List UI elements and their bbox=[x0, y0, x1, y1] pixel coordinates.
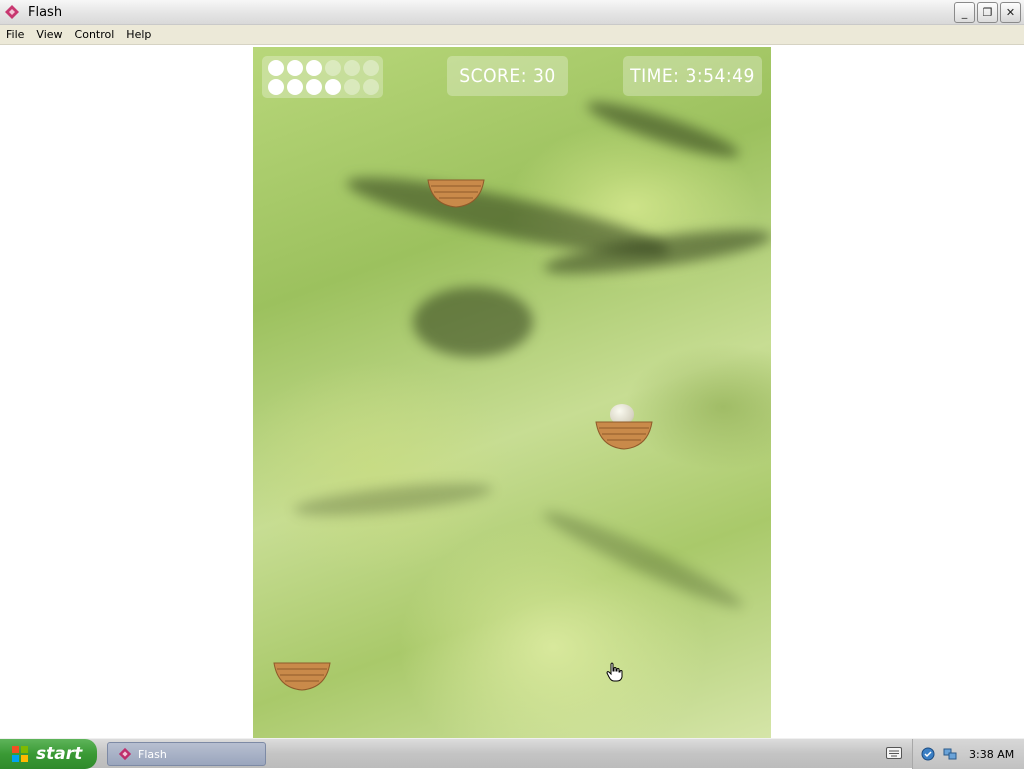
taskbar: start Flash 3:38 AM bbox=[0, 738, 1024, 769]
flash-app-icon bbox=[118, 747, 132, 761]
start-label: start bbox=[36, 744, 83, 764]
menu-file[interactable]: File bbox=[0, 28, 30, 41]
life-full bbox=[287, 79, 303, 95]
time-label: TIME: bbox=[630, 65, 680, 87]
close-button[interactable]: ✕ bbox=[1000, 2, 1021, 23]
score-display: SCORE: 30 bbox=[447, 56, 568, 96]
title-bar[interactable]: Flash _ ❐ ✕ bbox=[0, 0, 1024, 25]
network-icon[interactable] bbox=[943, 747, 957, 761]
life-full bbox=[287, 60, 303, 76]
window-title: Flash bbox=[28, 4, 63, 20]
flash-app-icon bbox=[5, 5, 19, 19]
time-value: 3:54:49 bbox=[685, 65, 755, 87]
life-full bbox=[268, 60, 284, 76]
menu-bar: File View Control Help bbox=[0, 25, 1024, 45]
restore-button[interactable]: ❐ bbox=[977, 2, 998, 23]
menu-view[interactable]: View bbox=[30, 28, 68, 41]
score-label: SCORE: bbox=[459, 65, 527, 87]
start-button[interactable]: start bbox=[0, 739, 97, 769]
menu-help[interactable]: Help bbox=[120, 28, 157, 41]
life-full bbox=[306, 79, 322, 95]
branch-shadow bbox=[538, 501, 748, 618]
nest-with-egg bbox=[595, 421, 653, 450]
lives-indicator bbox=[262, 56, 383, 98]
branch-shadow bbox=[292, 476, 494, 523]
branch-shadow bbox=[583, 92, 743, 167]
time-display: TIME: 3:54:49 bbox=[623, 56, 762, 96]
life-full bbox=[268, 79, 284, 95]
hand-cursor-icon bbox=[606, 662, 623, 682]
life-full bbox=[325, 79, 341, 95]
security-icon[interactable] bbox=[921, 747, 935, 761]
minimize-button[interactable]: _ bbox=[954, 2, 975, 23]
clock[interactable]: 3:38 AM bbox=[969, 748, 1014, 761]
branch-shadow bbox=[413, 287, 533, 357]
nest bbox=[427, 179, 485, 208]
taskbar-item-flash[interactable]: Flash bbox=[107, 742, 266, 766]
life-empty bbox=[344, 60, 360, 76]
life-empty bbox=[344, 79, 360, 95]
life-empty bbox=[363, 79, 379, 95]
game-stage[interactable]: SCORE: 30 TIME: 3:54:49 bbox=[253, 47, 771, 738]
taskbar-item-label: Flash bbox=[138, 747, 167, 761]
keyboard-icon[interactable] bbox=[886, 747, 902, 759]
menu-control[interactable]: Control bbox=[69, 28, 121, 41]
life-empty bbox=[325, 60, 341, 76]
system-tray: 3:38 AM bbox=[912, 739, 1024, 769]
player-nest[interactable] bbox=[272, 660, 332, 692]
windows-logo-icon bbox=[12, 746, 28, 762]
life-empty bbox=[363, 60, 379, 76]
score-value: 30 bbox=[532, 65, 556, 87]
life-full bbox=[306, 60, 322, 76]
